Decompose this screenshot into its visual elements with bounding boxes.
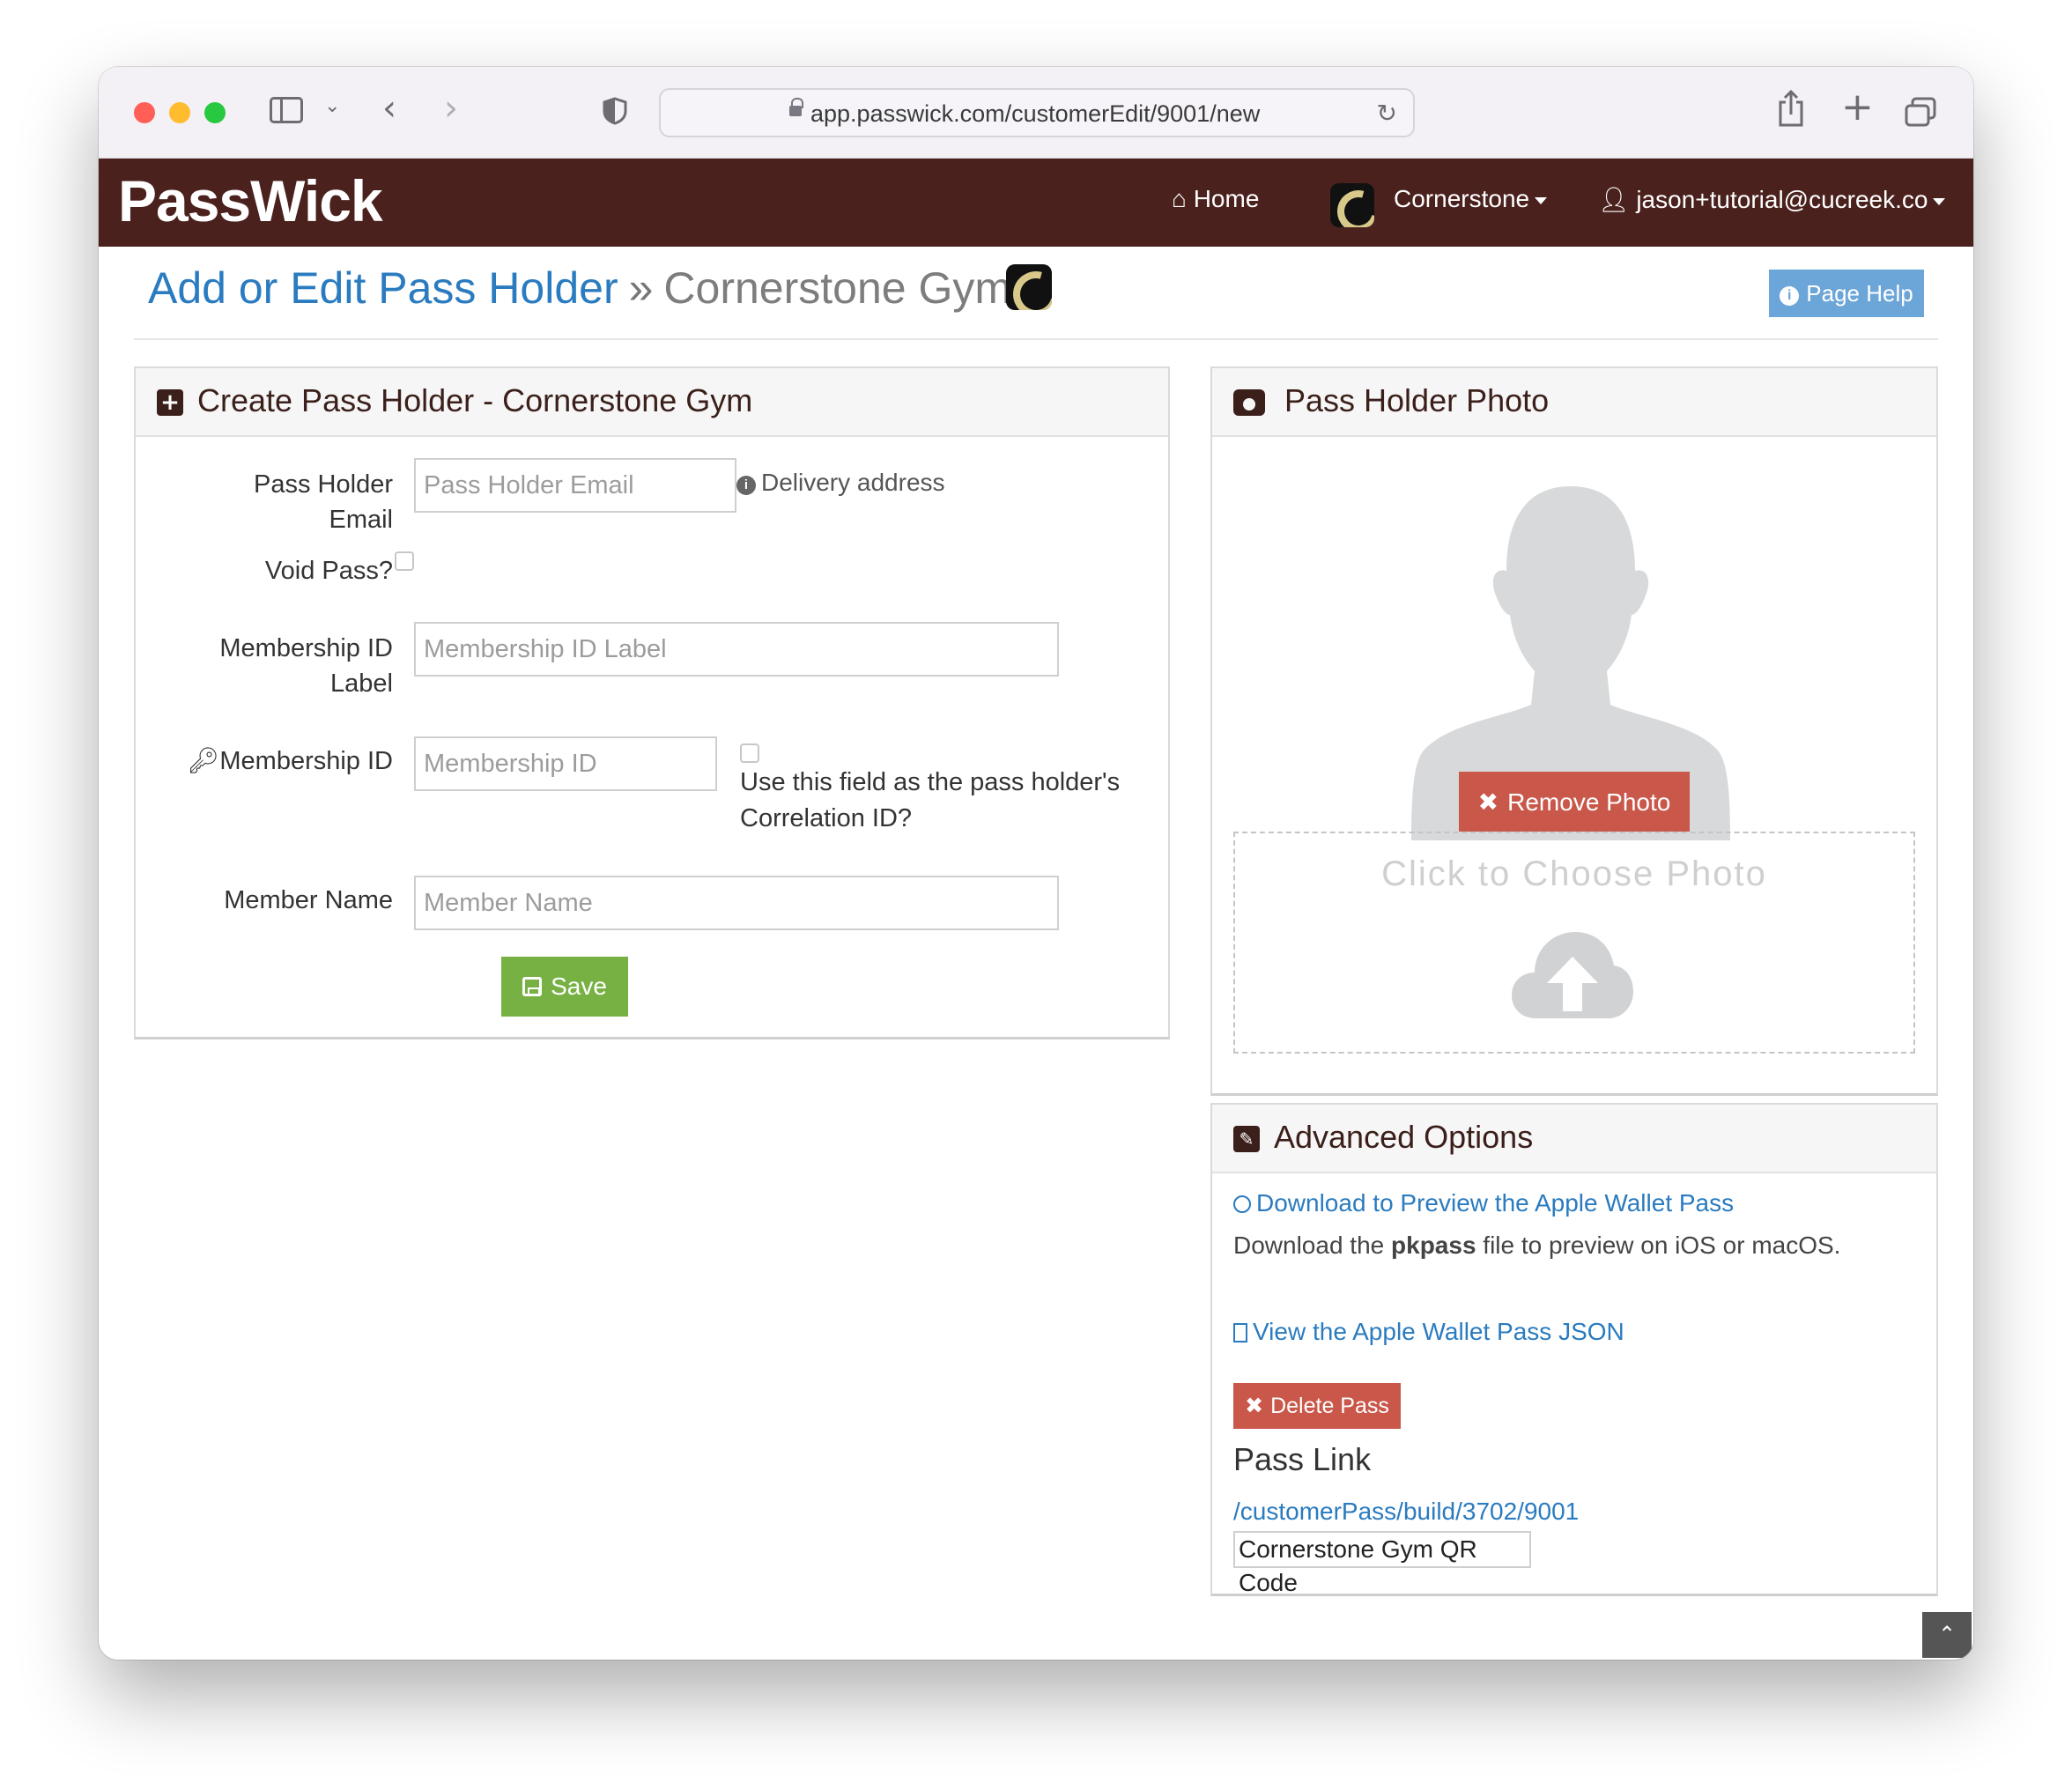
page-help-label: Page Help bbox=[1806, 280, 1913, 307]
edit-icon: ✎ bbox=[1233, 1126, 1260, 1152]
membership-id-label-text: Membership ID bbox=[219, 747, 393, 775]
caret-down-icon bbox=[1535, 196, 1548, 204]
info-icon: i bbox=[1780, 286, 1800, 306]
choose-photo-dropzone[interactable]: Click to Choose Photo bbox=[1233, 832, 1915, 1054]
info-icon: i bbox=[736, 476, 756, 495]
membership-label-label: Membership ID Label bbox=[204, 631, 393, 701]
choose-photo-label: Click to Choose Photo bbox=[1381, 854, 1767, 893]
qr-code-image-alt: Cornerstone Gym QR Code bbox=[1233, 1531, 1531, 1596]
correlation-id-label: Use this field as the pass holder's Corr… bbox=[740, 765, 1120, 837]
save-button[interactable]: Save bbox=[501, 957, 628, 1017]
download-desc-pre: Download the bbox=[1233, 1232, 1392, 1259]
caret-down-icon bbox=[1933, 197, 1946, 205]
remove-photo-label: Remove Photo bbox=[1507, 788, 1671, 816]
pass-link-heading: Pass Link bbox=[1233, 1441, 1372, 1477]
new-tab-icon[interactable]: + bbox=[1841, 85, 1874, 129]
membership-label-label-line2: Label bbox=[330, 669, 393, 698]
tab-overview-icon[interactable] bbox=[1905, 97, 1936, 127]
chevron-down-icon[interactable]: ⌄ bbox=[324, 95, 340, 117]
panel-header: ✎ Advanced Options bbox=[1212, 1105, 1936, 1173]
email-field[interactable] bbox=[414, 458, 736, 513]
nav-org-label: Cornerstone bbox=[1394, 185, 1530, 212]
panel-header: + Create Pass Holder - Cornerstone Gym bbox=[136, 368, 1168, 437]
page-title: Add or Edit Pass Holder» Cornerstone Gym bbox=[148, 263, 1011, 314]
forward-icon[interactable]: › bbox=[444, 88, 458, 129]
browser-toolbar: ⌄ ‹ › app.passwick.com/customerEdit/9001… bbox=[99, 67, 1973, 159]
download-description: Download the pkpass file to preview on i… bbox=[1233, 1232, 1840, 1260]
camera-icon bbox=[1233, 389, 1265, 416]
page-title-main: Add or Edit Pass Holder bbox=[148, 263, 618, 313]
plus-square-icon: + bbox=[157, 389, 183, 416]
close-icon: ✖ bbox=[1477, 788, 1499, 816]
nav-user-label: jason+tutorial@cucreek.co bbox=[1636, 186, 1928, 213]
remove-photo-button[interactable]: ✖ Remove Photo bbox=[1459, 772, 1690, 832]
close-window-button[interactable] bbox=[134, 102, 155, 123]
nav-home-label: Home bbox=[1193, 185, 1260, 212]
user-icon: 👤︎ bbox=[1598, 186, 1630, 213]
view-pass-json-link[interactable]: View the Apple Wallet Pass JSON bbox=[1233, 1318, 1624, 1346]
download-desc-bold: pkpass bbox=[1391, 1232, 1476, 1259]
nav-user-dropdown[interactable]: 👤︎ jason+tutorial@cucreek.co bbox=[1598, 185, 1946, 214]
panel-title: Advanced Options bbox=[1274, 1119, 1534, 1155]
back-icon[interactable]: ‹ bbox=[382, 88, 396, 129]
privacy-shield-icon[interactable] bbox=[603, 97, 627, 125]
org-logo-icon bbox=[1006, 264, 1052, 310]
email-hint-text: Delivery address bbox=[761, 469, 945, 496]
header-divider bbox=[134, 338, 1938, 340]
void-pass-label: Void Pass? bbox=[264, 557, 393, 585]
url-text: app.passwick.com/customerEdit/9001/new bbox=[810, 100, 1261, 127]
browser-window: ⌄ ‹ › app.passwick.com/customerEdit/9001… bbox=[99, 67, 1973, 1660]
sidebar-toggle-icon[interactable] bbox=[270, 97, 303, 123]
cloud-upload-icon bbox=[1510, 927, 1635, 1022]
email-hint: i Delivery address bbox=[736, 469, 945, 497]
nav-home[interactable]: ⌂ Home bbox=[1172, 185, 1259, 213]
correlation-line1: Use this field as the pass holder's bbox=[740, 768, 1121, 796]
membership-id-label: 🔑︎Membership ID bbox=[187, 743, 393, 779]
app-navbar: PassWick ⌂ Home Cornerstone 👤︎ jason+tut… bbox=[99, 159, 1973, 247]
nav-org-dropdown[interactable]: Cornerstone bbox=[1394, 185, 1548, 213]
lock-icon bbox=[789, 98, 803, 118]
delete-pass-label: Delete Pass bbox=[1270, 1394, 1389, 1418]
correlation-line2: Correlation ID? bbox=[740, 804, 913, 832]
breadcrumb-separator: » bbox=[628, 263, 654, 313]
key-icon: 🔑︎ bbox=[187, 747, 220, 775]
membership-id-field[interactable] bbox=[414, 736, 717, 791]
void-pass-checkbox[interactable] bbox=[395, 551, 414, 571]
panel-title: Create Pass Holder - Cornerstone Gym bbox=[197, 382, 753, 418]
address-bar[interactable]: app.passwick.com/customerEdit/9001/new ↻ bbox=[659, 88, 1415, 137]
close-icon: ✖ bbox=[1245, 1394, 1264, 1418]
home-icon: ⌂ bbox=[1172, 185, 1187, 212]
share-icon[interactable] bbox=[1778, 89, 1804, 127]
membership-label-label-line1: Membership ID bbox=[219, 634, 393, 662]
delete-pass-button[interactable]: ✖ Delete Pass bbox=[1233, 1383, 1401, 1429]
download-icon bbox=[1233, 1195, 1251, 1213]
org-logo-icon bbox=[1330, 183, 1374, 227]
member-name-field[interactable] bbox=[414, 876, 1059, 930]
pass-link-url[interactable]: /customerPass/build/3702/9001 bbox=[1233, 1498, 1579, 1526]
file-icon bbox=[1233, 1323, 1247, 1342]
minimize-window-button[interactable] bbox=[169, 102, 190, 123]
page-title-org: Cornerstone Gym bbox=[663, 263, 1011, 313]
scroll-to-top-button[interactable]: ⌃ bbox=[1922, 1612, 1972, 1658]
download-desc-post: file to preview on iOS or macOS. bbox=[1476, 1232, 1841, 1259]
reload-icon[interactable]: ↻ bbox=[1377, 99, 1397, 128]
download-link-label: Download to Preview the Apple Wallet Pas… bbox=[1256, 1189, 1735, 1217]
download-preview-link[interactable]: Download to Preview the Apple Wallet Pas… bbox=[1233, 1189, 1734, 1217]
panel-title: Pass Holder Photo bbox=[1284, 382, 1550, 418]
panel-header: Pass Holder Photo bbox=[1212, 368, 1936, 437]
membership-id-label-field[interactable] bbox=[414, 622, 1059, 677]
member-name-label: Member Name bbox=[224, 886, 393, 914]
email-label: Pass Holder Email bbox=[254, 470, 393, 534]
json-link-label: View the Apple Wallet Pass JSON bbox=[1253, 1318, 1624, 1345]
zoom-window-button[interactable] bbox=[204, 102, 226, 123]
page-help-button[interactable]: i Page Help bbox=[1769, 270, 1924, 317]
passwick-logo[interactable]: PassWick bbox=[118, 167, 383, 234]
save-disk-icon bbox=[522, 977, 543, 996]
save-label: Save bbox=[551, 973, 607, 1000]
correlation-id-checkbox[interactable] bbox=[740, 743, 759, 763]
